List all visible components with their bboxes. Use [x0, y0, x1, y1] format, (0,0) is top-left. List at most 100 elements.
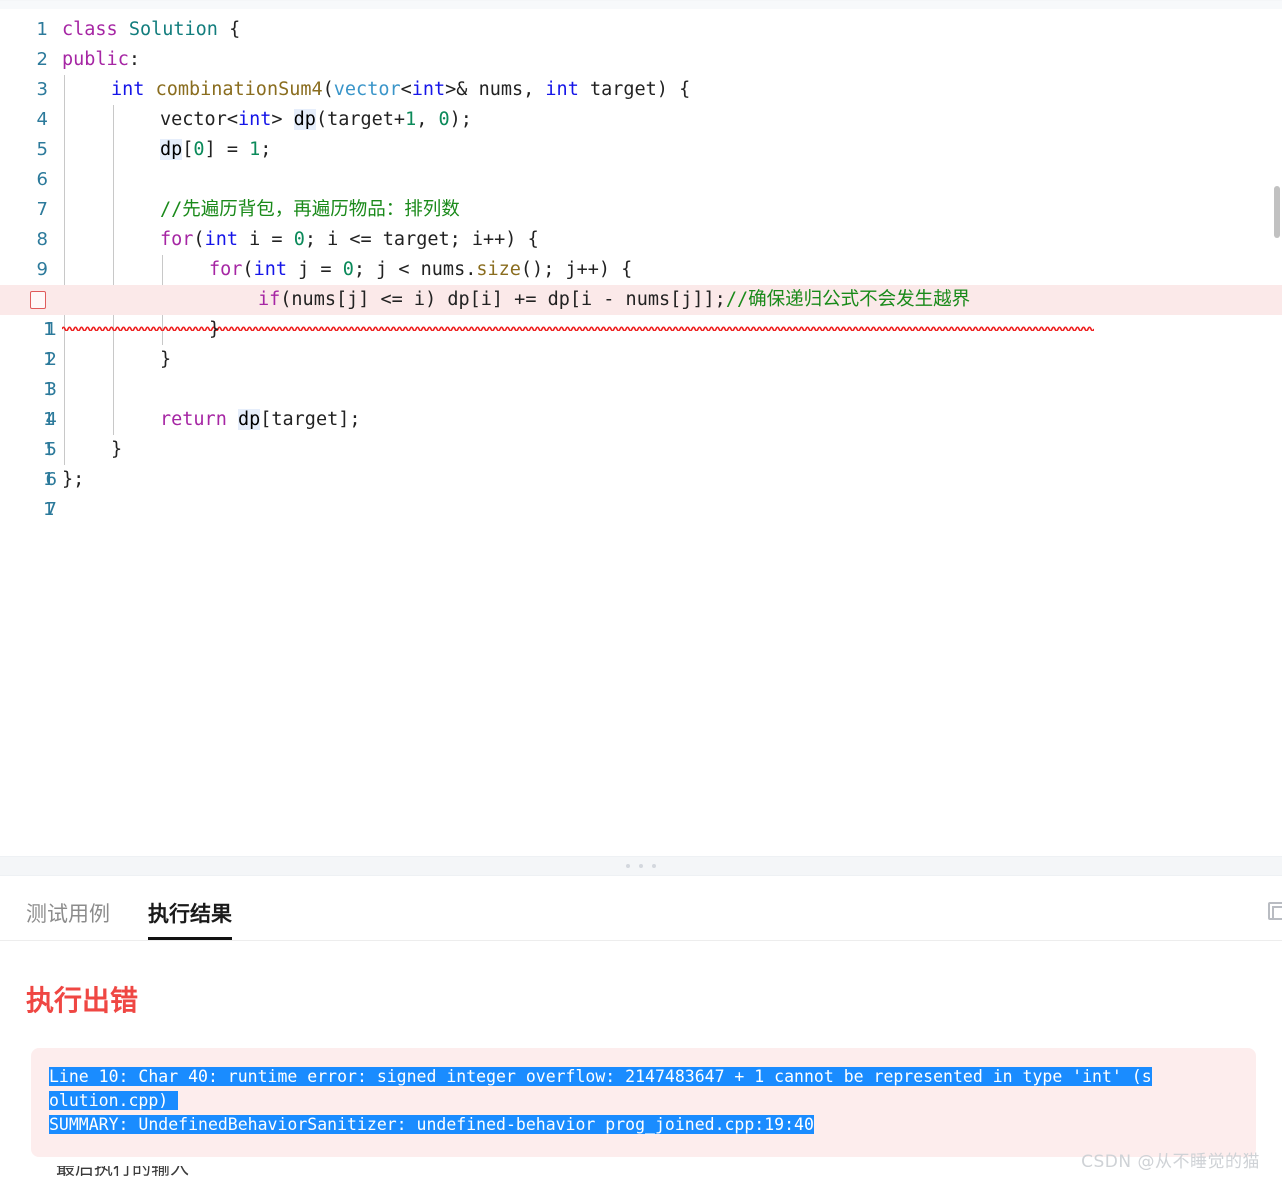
error-message-text[interactable]: Line 10: Char 40: runtime error: signed … — [49, 1065, 1238, 1137]
code-token: ( — [193, 229, 205, 250]
code-line[interactable]: 3 int combinationSum4(vector<int>& nums, … — [0, 75, 1282, 105]
code-line-text[interactable]: public: — [62, 45, 1282, 75]
code-token: }; — [62, 469, 85, 490]
code-line[interactable]: 6 — [0, 165, 1282, 195]
line-number: 14 — [43, 409, 57, 430]
line-number: 6 — [36, 169, 48, 190]
code-line[interactable]: 14 return dp[target]; — [0, 405, 1282, 435]
code-line[interactable]: 13 — [0, 375, 1282, 405]
code-line[interactable]: 1 class Solution { — [0, 15, 1282, 45]
code-token: ] = — [204, 139, 250, 160]
code-token: >& nums, — [445, 79, 546, 100]
line-number: 17 — [43, 499, 57, 520]
tab-testcase[interactable]: 测试用例 — [26, 898, 110, 940]
line-number: 7 — [36, 199, 48, 220]
code-token: 1 — [405, 109, 417, 130]
csdn-watermark: CSDN @从不睡觉的猫 — [1081, 1152, 1260, 1172]
code-token: i = — [237, 229, 294, 250]
code-token: < — [400, 79, 412, 100]
code-token: dp — [237, 409, 261, 430]
code-line-error[interactable]: if(nums[j] <= i) dp[i] += dp[i - nums[j]… — [0, 285, 1282, 332]
code-token: ( — [242, 259, 254, 280]
line-number: 8 — [36, 229, 48, 250]
code-area[interactable]: 1 class Solution {2 public: 3 int combinatio… — [0, 9, 1282, 525]
code-line[interactable]: 2 public: — [0, 45, 1282, 75]
code-line-text[interactable]: } — [62, 435, 1282, 465]
code-token: : — [128, 49, 140, 70]
expand-panel-icon[interactable] — [1268, 902, 1282, 920]
code-line-text[interactable]: return dp[target]; — [62, 405, 1282, 435]
line-number: 12 — [43, 349, 57, 370]
code-line-text[interactable]: for(int i = 0; i <= target; i++) { — [62, 225, 1282, 255]
line-number: 9 — [36, 259, 48, 280]
code-line-text[interactable]: //先遍历背包，再遍历物品：排列数 — [62, 195, 1282, 225]
line-number: 1 — [36, 19, 48, 40]
code-token: class — [62, 19, 129, 40]
code-token: target) { — [578, 79, 691, 100]
code-line-text[interactable]: dp[0] = 1; — [62, 135, 1282, 165]
code-line[interactable]: 4 vector<int> dp(target+1, 0); — [0, 105, 1282, 135]
results-pane: 测试用例 执行结果 执行出错 Line 10: Char 40: runtime… — [0, 876, 1282, 1184]
editor-vertical-scrollbar[interactable] — [1272, 1, 1282, 856]
code-token: vector< — [160, 109, 238, 130]
error-message-line: olution.cpp) — [49, 1091, 179, 1110]
editor-top-strip — [0, 1, 1282, 9]
code-line[interactable]: 15} — [0, 435, 1282, 465]
code-line[interactable]: 16}; — [0, 465, 1282, 495]
leetcode-editor-page: 1 class Solution {2 public: 3 int combinatio… — [0, 0, 1282, 1184]
code-token: //先遍历背包，再遍历物品：排列数 — [160, 199, 460, 220]
code-token: (target+ — [315, 109, 406, 130]
code-line-text[interactable]: } — [62, 345, 1282, 375]
code-line-text[interactable]: class Solution { — [62, 15, 1282, 45]
code-line[interactable]: 11} — [0, 315, 1282, 345]
line-number: 3 — [36, 79, 48, 100]
error-message-box[interactable]: Line 10: Char 40: runtime error: signed … — [31, 1048, 1256, 1157]
code-token: int — [411, 79, 446, 100]
code-token: { — [217, 19, 241, 40]
code-line-text[interactable]: for(int j = 0; j < nums.size(); j++) { — [62, 255, 1282, 285]
code-token: int — [545, 79, 579, 100]
code-token: (); j++) { — [520, 259, 633, 280]
code-token: 0 — [438, 109, 450, 130]
code-token: ; j < nums. — [353, 259, 477, 280]
code-line-text[interactable]: int combinationSum4(vector<int>& nums, i… — [62, 75, 1282, 105]
code-token: 1 — [249, 139, 261, 160]
code-token: , — [416, 109, 439, 130]
line-number: 4 — [36, 109, 48, 130]
code-token: (nums[j] <= i) dp[i] += dp[i - nums[j]]; — [280, 289, 726, 310]
error-message-line: SUMMARY: UndefinedBehaviorSanitizer: und… — [49, 1115, 814, 1134]
code-token: dp — [293, 109, 316, 130]
code-token: int — [237, 109, 272, 130]
line-number: 16 — [43, 469, 57, 490]
code-token: } — [160, 349, 172, 370]
code-token: int — [253, 259, 287, 280]
code-editor-pane[interactable]: 1 class Solution {2 public: 3 int combinatio… — [0, 0, 1282, 856]
code-line[interactable]: 5 dp[0] = 1; — [0, 135, 1282, 165]
results-tab-bar: 测试用例 执行结果 — [0, 876, 1282, 941]
line-number: 5 — [36, 139, 48, 160]
code-line-text[interactable]: vector<int> dp(target+1, 0); — [62, 105, 1282, 135]
code-token: //确保递归公式不会发生越界 — [725, 289, 971, 310]
code-line[interactable]: 12} — [0, 345, 1282, 375]
code-line-text[interactable]: } — [62, 315, 1282, 345]
code-line[interactable]: 9 for(int j = 0; j < nums.size(); j++) { — [0, 255, 1282, 285]
code-line[interactable]: 8 for(int i = 0; i <= target; i++) { — [0, 225, 1282, 255]
error-message-line: Line 10: Char 40: runtime error: signed … — [49, 1067, 1152, 1086]
code-line[interactable]: 7 //先遍历背包，再遍历物品：排列数 — [0, 195, 1282, 225]
last-input-partial-label: 最后执行的输入 — [56, 1166, 189, 1182]
tab-execution-result[interactable]: 执行结果 — [148, 898, 232, 940]
code-line[interactable]: 17 — [0, 495, 1282, 525]
panel-splitter-handle[interactable] — [0, 856, 1282, 876]
error-marker-icon[interactable] — [30, 291, 46, 309]
code-token: int — [111, 79, 145, 100]
code-token: combinationSum4 — [155, 79, 323, 100]
editor-scrollbar-thumb[interactable] — [1274, 186, 1280, 238]
code-token: Solution — [128, 19, 218, 40]
line-number — [0, 285, 62, 315]
code-token: return — [160, 409, 227, 430]
code-token: > — [271, 109, 294, 130]
code-token: [target]; — [260, 409, 361, 430]
code-token: size — [476, 259, 521, 280]
line-number: 15 — [43, 439, 57, 460]
code-line-text[interactable]: }; — [62, 465, 1282, 495]
